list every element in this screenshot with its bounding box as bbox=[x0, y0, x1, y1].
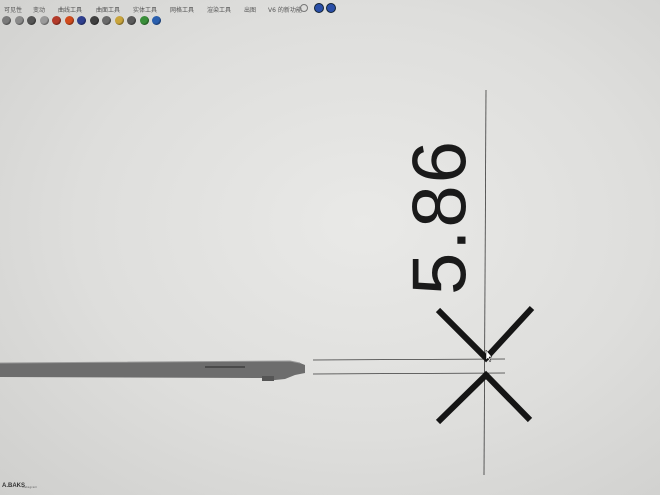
part-slot bbox=[205, 366, 245, 368]
menu-item-render-tools[interactable]: 渲染工具 bbox=[207, 5, 231, 14]
zoom-icon[interactable] bbox=[14, 16, 24, 25]
menu-item-transform[interactable]: 变动 bbox=[33, 5, 45, 14]
undo-icon[interactable] bbox=[2, 16, 11, 25]
render-icon[interactable] bbox=[64, 16, 74, 25]
rhino-window: 可见性 变动 曲线工具 曲面工具 实体工具 网格工具 渲染工具 出图 V6 的新… bbox=[0, 0, 660, 495]
material-icon[interactable] bbox=[77, 16, 86, 25]
menu-item-curve-tools[interactable]: 曲线工具 bbox=[58, 5, 82, 14]
orbit-icon[interactable] bbox=[27, 16, 36, 25]
pan-icon[interactable] bbox=[39, 16, 49, 25]
extension-line-bottom bbox=[312, 372, 506, 375]
dimension-line bbox=[483, 89, 487, 476]
toolbar bbox=[2, 15, 202, 29]
shade-icon[interactable] bbox=[52, 16, 61, 25]
menu-item-visibility[interactable]: 可见性 bbox=[4, 5, 22, 14]
sphere-icon[interactable] bbox=[89, 16, 99, 25]
dimension-value[interactable]: 5.86 bbox=[397, 139, 484, 295]
menu-item-mesh-tools[interactable]: 网格工具 bbox=[170, 5, 194, 14]
globe-icon[interactable] bbox=[152, 16, 161, 25]
menu-item-surface-tools[interactable]: 曲面工具 bbox=[96, 5, 120, 14]
viewport-canvas bbox=[0, 89, 535, 476]
grid-icon[interactable] bbox=[139, 16, 149, 25]
menu-bar: 可见性 变动 曲线工具 曲面工具 实体工具 网格工具 渲染工具 出图 V6 的新… bbox=[0, 3, 660, 15]
menu-item-v6-new[interactable]: V6 的新功能 bbox=[268, 5, 302, 14]
part-profile bbox=[0, 361, 305, 381]
radio-icon[interactable] bbox=[300, 4, 308, 12]
option-a-icon[interactable] bbox=[314, 3, 324, 13]
extension-line-top bbox=[312, 358, 506, 361]
viewport[interactable]: 5.86 bbox=[0, 32, 660, 495]
camera-icon[interactable] bbox=[114, 16, 124, 25]
menu-item-solid-tools[interactable]: 实体工具 bbox=[133, 5, 157, 14]
part-notch bbox=[262, 376, 274, 381]
menu-item-drafting[interactable]: 出图 bbox=[244, 5, 256, 14]
light-icon[interactable] bbox=[102, 16, 111, 25]
option-b-icon[interactable] bbox=[326, 3, 336, 13]
print-icon[interactable] bbox=[127, 16, 136, 25]
watermark-sub: instagram bbox=[22, 485, 38, 489]
